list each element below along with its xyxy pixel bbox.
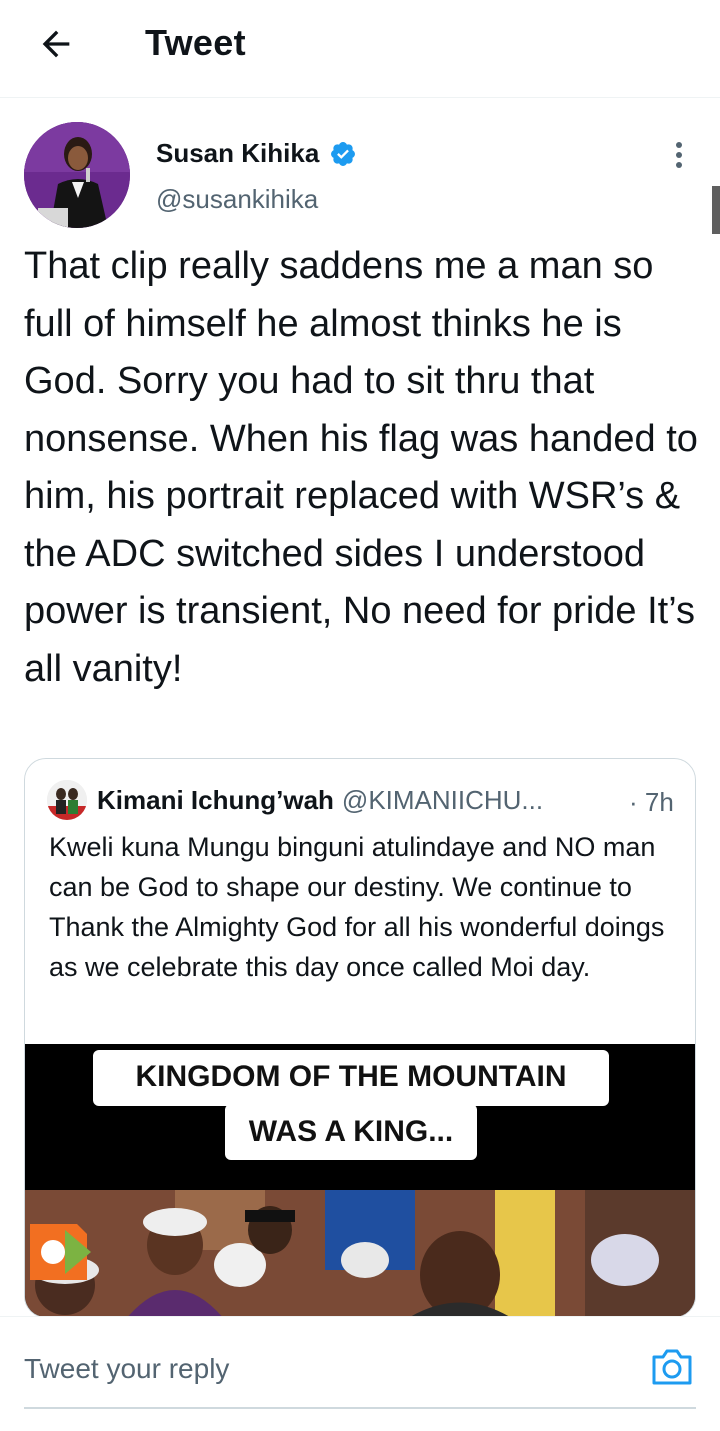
quoted-tweet-header: Kimani Ichung’wah @KIMANIICHU... [47, 779, 677, 821]
camera-icon[interactable] [648, 1343, 696, 1391]
tweet-text: That clip really saddens me a man so ful… [24, 245, 698, 690]
media-caption-line1: KINGDOM OF THE MOUNTAIN [93, 1050, 609, 1106]
quoted-avatar [47, 780, 87, 820]
reply-underline [24, 1407, 696, 1409]
quoted-author-name: Kimani Ichung’wah [97, 784, 334, 815]
author-name[interactable]: Susan Kihika [156, 138, 357, 169]
media-caption-line2: WAS A KING... [225, 1104, 477, 1160]
quoted-media[interactable]: KINGDOM OF THE MOUNTAIN WAS A KING... [25, 1044, 695, 1317]
media-photo [25, 1190, 695, 1317]
back-button[interactable] [32, 20, 80, 68]
quoted-tweet[interactable]: Kimani Ichung’wah @KIMANIICHU... · 7h Kw… [24, 758, 696, 1318]
avatar[interactable] [24, 122, 130, 228]
reply-input[interactable]: Tweet your reply [24, 1337, 584, 1401]
scrollbar[interactable] [712, 186, 720, 234]
page-title: Tweet [145, 22, 246, 63]
quoted-timestamp: · 7h [629, 787, 674, 817]
avatar-image [24, 122, 130, 228]
author-handle[interactable]: @susankihika [156, 184, 318, 215]
author-name-text: Susan Kihika [156, 138, 320, 168]
verified-badge-icon [331, 141, 356, 166]
quoted-tweet-text: Kweli kuna Mungu binguni atulindaye and … [49, 832, 665, 982]
more-vertical-icon[interactable] [664, 138, 694, 172]
reply-bar: Tweet your reply [0, 1316, 720, 1431]
arrow-left-icon [42, 30, 70, 58]
top-bar: Tweet [0, 0, 720, 98]
quoted-author-handle: @KIMANIICHU... [341, 784, 544, 815]
quoted-avatar-image [47, 780, 87, 820]
